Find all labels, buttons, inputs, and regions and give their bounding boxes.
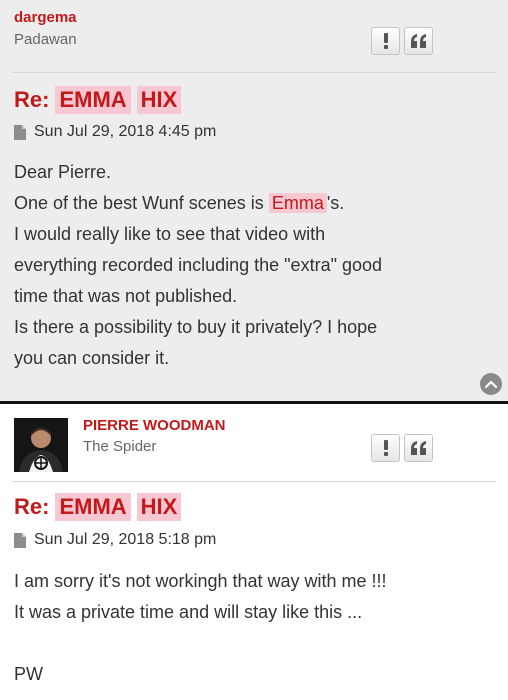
post-text: 's. xyxy=(326,193,345,213)
avatar-image xyxy=(14,418,68,472)
exclamation-icon xyxy=(383,440,388,456)
divider xyxy=(12,481,496,482)
post-timestamp[interactable]: Sun Jul 29, 2018 4:45 pm xyxy=(34,123,216,141)
post: PIERRE WOODMAN The Spider Re: EMMA HIX S… xyxy=(0,407,508,700)
post-content: I am sorry it's not workingh that way wi… xyxy=(14,566,494,690)
title-highlight: EMMA xyxy=(55,493,131,521)
title-highlight: HIX xyxy=(136,493,182,521)
post-text-line: time that was not published. xyxy=(14,286,238,306)
post-content: Dear Pierre. One of the best Wunf scenes… xyxy=(14,157,494,374)
post-meta: Sun Jul 29, 2018 5:18 pm xyxy=(14,531,216,549)
title-prefix: Re: xyxy=(14,87,50,112)
avatar[interactable] xyxy=(14,418,68,472)
title-highlight: HIX xyxy=(136,86,182,114)
post: dargema Padawan Re: EMMA HIX Sun Jul 29,… xyxy=(0,0,508,404)
post-title[interactable]: Re: EMMA HIX xyxy=(14,493,182,521)
report-button[interactable] xyxy=(371,27,400,55)
post-author-username[interactable]: dargema xyxy=(14,9,77,26)
post-text: One of the best Wunf scenes is xyxy=(14,193,264,213)
post-text-line: It was a private time and will stay like… xyxy=(14,602,363,622)
quote-button[interactable] xyxy=(404,27,433,55)
post-timestamp[interactable]: Sun Jul 29, 2018 5:18 pm xyxy=(34,531,216,549)
post-actions xyxy=(371,434,433,462)
chevron-up-icon xyxy=(485,380,497,388)
quote-icon xyxy=(410,34,426,48)
title-prefix: Re: xyxy=(14,494,50,519)
document-icon xyxy=(14,124,26,140)
title-highlight: EMMA xyxy=(55,86,131,114)
post-meta: Sun Jul 29, 2018 4:45 pm xyxy=(14,123,216,141)
highlight-text: Emma xyxy=(268,193,327,213)
post-signature: PW xyxy=(14,664,43,684)
exclamation-icon xyxy=(383,33,388,49)
post-author-username[interactable]: PIERRE WOODMAN xyxy=(83,417,226,434)
post-author-rank: The Spider xyxy=(83,438,157,455)
quote-icon xyxy=(410,441,426,455)
post-text-line: I would really like to see that video wi… xyxy=(14,224,326,244)
post-text-line: I am sorry it's not workingh that way wi… xyxy=(14,571,387,591)
post-text-line: Is there a possibility to buy it private… xyxy=(14,317,378,337)
post-text-line xyxy=(14,628,494,659)
post-text-line: Dear Pierre. xyxy=(14,162,112,182)
post-text-line: One of the best Wunf scenes is Emma's. xyxy=(14,188,494,219)
back-to-top-button[interactable] xyxy=(480,373,502,395)
post-actions xyxy=(371,27,433,55)
quote-button[interactable] xyxy=(404,434,433,462)
post-text-line: everything recorded including the "extra… xyxy=(14,255,383,275)
document-icon xyxy=(14,532,26,548)
post-author-rank: Padawan xyxy=(14,31,77,48)
report-button[interactable] xyxy=(371,434,400,462)
post-title[interactable]: Re: EMMA HIX xyxy=(14,86,182,114)
divider xyxy=(12,72,496,73)
post-text-line: you can consider it. xyxy=(14,348,170,368)
